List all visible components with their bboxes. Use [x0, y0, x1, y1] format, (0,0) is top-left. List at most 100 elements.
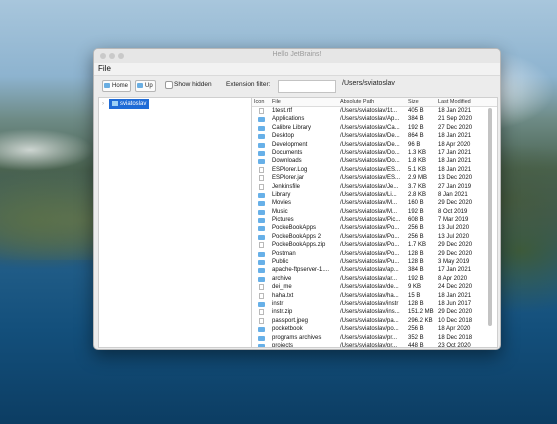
file-icon [258, 166, 266, 173]
modified-cell: 7 Mar 2019 [438, 217, 469, 224]
file-name-cell: Development [272, 141, 308, 148]
title-bar[interactable]: Hello JetBrains! [94, 49, 500, 63]
path-cell: /Users/sviatoslav/ar... [340, 275, 398, 282]
table-row[interactable]: Development/Users/sviatoslav/De... 96 B 18… [252, 141, 492, 149]
file-name-cell: Public [272, 259, 289, 266]
path-cell: /Users/sviatoslav/Pic... [340, 217, 401, 224]
file-name-cell: archive [272, 275, 292, 282]
file-name-cell: ESPlorer.jar [272, 175, 305, 182]
file-icon [258, 308, 266, 316]
table-row[interactable]: archive/Users/sviatoslav/ar... 192 B 8 Apr… [252, 275, 492, 283]
file-name-cell: pocketbook [272, 326, 303, 333]
table-row[interactable]: Applications/Users/sviatoslav/Ap... 384 B… [252, 115, 492, 123]
path-cell: /Users/sviatoslav/M... [340, 200, 398, 207]
column-header-path[interactable]: Absolute Path [340, 99, 374, 105]
table-row[interactable]: passport.jpeg/Users/sviatoslav/pa... 296.… [252, 317, 492, 325]
table-row[interactable]: 1test.rtf/Users/sviatoslav/1t... 405 B 18 … [252, 107, 492, 115]
column-header-file[interactable]: File [272, 99, 281, 105]
table-row[interactable]: instr.zip/Users/sviatoslav/ins... 151.2 M… [252, 308, 492, 316]
modified-cell: 10 Dec 2018 [438, 317, 473, 324]
path-cell: /Users/sviatoslav/Do... [340, 158, 400, 165]
size-cell: 864 B [408, 133, 424, 140]
modified-cell: 23 Oct 2020 [438, 342, 471, 348]
table-row[interactable]: Calibre Library/Users/sviatoslav/Ca... 19… [252, 124, 492, 132]
table-row[interactable]: projects/Users/sviatoslav/pr... 448 B 23 O… [252, 342, 492, 348]
column-header-size[interactable]: Size [408, 99, 419, 105]
modified-cell: 29 Dec 2020 [438, 200, 473, 207]
table-row[interactable]: Postman/Users/sviatoslav/Po... 128 B 29 De… [252, 250, 492, 258]
table-row[interactable]: Desktop/Users/sviatoslav/De... 864 B 18 Ja… [252, 132, 492, 140]
app-window: Hello JetBrains! File Home Up Show hidde… [93, 48, 501, 350]
size-cell: 1.7 KB [408, 242, 427, 249]
file-icon [258, 317, 266, 324]
tree-node-label: sviatoslav [120, 101, 147, 107]
table-row[interactable]: Pictures/Users/sviatoslav/Pic... 608 B 7 M… [252, 216, 492, 224]
file-name-cell: Calibre Library [272, 124, 312, 131]
table-row[interactable]: programs archives/Users/sviatoslav/pr...… [252, 334, 492, 342]
column-header-modified[interactable]: Last Modified [438, 99, 471, 105]
file-name-cell: Music [272, 208, 288, 215]
table-row[interactable]: apache-ftpserver-1.... /Users/sviatoslav/… [252, 266, 492, 274]
path-cell: /Users/sviatoslav/Po... [340, 242, 400, 249]
file-name-cell: projects [272, 342, 294, 348]
modified-cell: 29 Dec 2020 [438, 250, 473, 257]
file-name-cell: Applications [272, 116, 305, 123]
folder-icon [258, 132, 266, 140]
table-row[interactable]: dei_me/Users/sviatoslav/de... 9 KB 24 Dec … [252, 283, 492, 291]
modified-cell: 27 Dec 2020 [438, 124, 473, 131]
table-row[interactable]: pocketbook/Users/sviatoslav/po... 256 B 18… [252, 325, 492, 333]
size-cell: 352 B [408, 334, 424, 341]
modified-cell: 17 Jan 2021 [438, 267, 472, 274]
table-row[interactable]: Movies/Users/sviatoslav/M... 160 B 29 Dec … [252, 199, 492, 207]
size-cell: 256 B [408, 225, 424, 232]
home-button[interactable]: Home [102, 80, 132, 92]
path-cell: /Users/sviatoslav/pr... [340, 342, 398, 348]
file-name-cell: PockeBookApps 2 [272, 233, 322, 240]
table-scrollbar[interactable] [488, 108, 493, 333]
size-cell: 128 B [408, 259, 424, 266]
up-button[interactable]: Up [135, 80, 156, 92]
file-icon [258, 241, 266, 249]
file-table: Icon File Absolute Path Size Last Modifi… [251, 97, 498, 348]
table-row[interactable]: haha.txt/Users/sviatoslav/ha... 15 B 18 Ja… [252, 292, 492, 300]
table-row[interactable]: PockeBookApps.zip/Users/sviatoslav/Po...… [252, 241, 492, 249]
folder-icon [258, 191, 266, 198]
folder-up-icon [137, 82, 143, 88]
expand-arrow-icon[interactable]: › [102, 101, 104, 107]
modified-cell: 27 Jan 2019 [438, 183, 472, 190]
show-hidden-label: Show hidden [174, 81, 212, 88]
table-row[interactable]: Public/Users/sviatoslav/Pu... 128 B 3 May … [252, 258, 492, 266]
table-body: 1test.rtf/Users/sviatoslav/1t... 405 B 18 … [252, 107, 492, 348]
table-row[interactable]: PockeBookApps 2/Users/sviatoslav/Po... 25… [252, 233, 492, 241]
extension-filter-input[interactable] [278, 80, 336, 93]
folder-icon [258, 233, 266, 240]
file-name-cell: instr.zip [272, 309, 293, 316]
size-cell: 192 B [408, 124, 424, 131]
show-hidden-checkbox[interactable] [165, 81, 173, 89]
table-row[interactable]: ESPlorer.Log/Users/sviatoslav/ES... 5.1 K… [252, 166, 492, 174]
table-row[interactable]: instr/Users/sviatoslav/instr 128 B 18 Jun … [252, 300, 492, 308]
table-row[interactable]: PockeBookApps/Users/sviatoslav/Po... 256 … [252, 224, 492, 232]
scrollbar-thumb[interactable] [488, 108, 492, 326]
modified-cell: 18 Apr 2020 [438, 326, 471, 333]
modified-cell: 18 Jan 2021 [438, 133, 472, 140]
table-row[interactable]: Documents/Users/sviatoslav/Do... 1.3 KB 17… [252, 149, 492, 157]
size-cell: 192 B [408, 275, 424, 282]
folder-icon [104, 82, 110, 88]
path-cell: /Users/sviatoslav/De... [340, 141, 400, 148]
file-icon [258, 283, 266, 291]
path-cell: /Users/sviatoslav/Po... [340, 225, 400, 232]
toolbar: Home Up Show hidden Extension filter: /U… [94, 75, 500, 95]
menu-file[interactable]: File [98, 64, 111, 73]
table-row[interactable]: Jenkinsfile/Users/sviatoslav/Je... 3.7 KB… [252, 183, 492, 191]
column-header-icon[interactable]: Icon [254, 99, 264, 105]
tree-node-root[interactable]: sviatoslav [109, 99, 150, 109]
file-icon [258, 107, 266, 114]
table-row[interactable]: Music/Users/sviatoslav/M... 192 B 8 Oct 20… [252, 208, 492, 216]
table-row[interactable]: Library/Users/sviatoslav/Li... 2.8 KB 8 Ja… [252, 191, 492, 199]
file-name-cell: Documents [272, 149, 303, 156]
table-row[interactable]: ESPlorer.jar/Users/sviatoslav/ES... 2.9 M… [252, 174, 492, 182]
directory-tree[interactable]: › sviatoslav [98, 97, 253, 348]
table-row[interactable]: Downloads/Users/sviatoslav/Do... 1.8 KB 18… [252, 157, 492, 165]
modified-cell: 18 Jan 2021 [438, 292, 472, 299]
